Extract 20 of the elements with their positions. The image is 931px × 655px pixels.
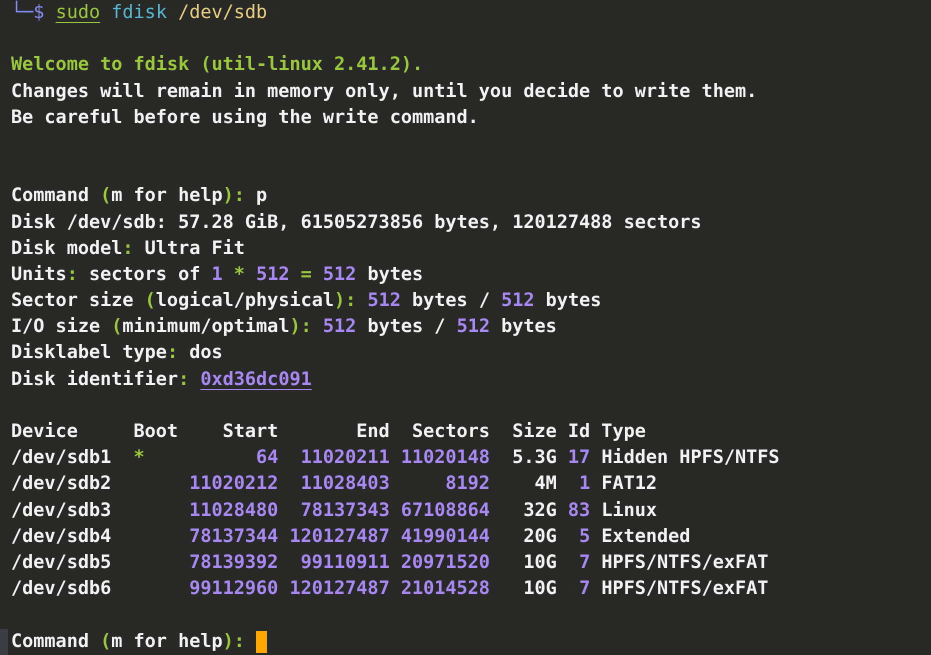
terminal-line: /dev/sdb6 99112960 120127487 21014528 10G 7 HPFS/NTFS/exFAT bbox=[11, 577, 768, 602]
terminal-line: Be careful before using the write command. bbox=[11, 106, 479, 130]
terminal-line: Changes will remain in memory only, until you decide to write them. bbox=[11, 80, 758, 104]
terminal-line: I/O size (minimum/optimal): 512 bytes / 512 bytes bbox=[11, 315, 557, 340]
terminal-line: /dev/sdb2 11020212 11028403 8192 4M 1 FAT12 bbox=[11, 472, 658, 496]
terminal-line: /dev/sdb4 78137344 120127487 41990144 20G 5 Extended bbox=[11, 524, 690, 549]
terminal-line: /dev/sdb1 * 64 11020211 11020148 5.3G 17 Hidden HPFS/NTFS bbox=[11, 446, 780, 470]
terminal-line: Welcome to fdisk (util-linux 2.41.2). bbox=[11, 53, 424, 78]
terminal-line: Sector size (logical/physical): 512 bytes / 512 bytes bbox=[11, 289, 602, 314]
terminal-line: Command (m for help): p bbox=[11, 184, 268, 208]
terminal-line: /dev/sdb5 78139392 99110911 20971520 10G 7 HPFS/NTFS/exFAT bbox=[11, 550, 768, 575]
command-line: └─$ sudo fdisk /dev/sdb bbox=[11, 0, 268, 25]
terminal-line: Units: sectors of 1 * 512 = 512 bytes bbox=[11, 262, 424, 287]
terminal-line: Disklabel type: dos bbox=[11, 341, 223, 366]
terminal-line: Disk identifier: 0xd36dc091 bbox=[11, 368, 312, 392]
terminal-line: Disk /dev/sdb: 57.28 GiB, 61505273856 bytes, 120127488 sectors bbox=[11, 210, 702, 234]
terminal-line: Disk model: Ultra Fit bbox=[11, 236, 245, 261]
terminal-line: /dev/sdb3 11028480 78137343 67108864 32G 83 Linux bbox=[11, 498, 658, 523]
terminal-line: Command (m for help): bbox=[11, 630, 246, 654]
terminal-line: Device Boot Start End Sectors Size Id Type bbox=[11, 420, 646, 444]
